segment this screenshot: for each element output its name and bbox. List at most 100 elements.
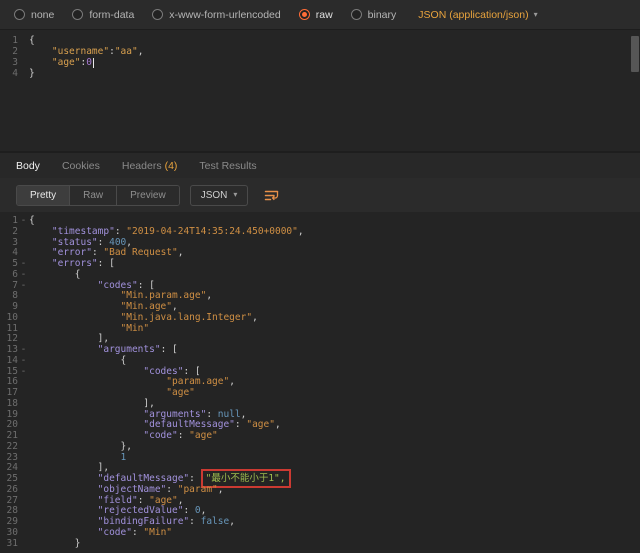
line-number: 4 bbox=[0, 68, 18, 79]
code-token: , bbox=[172, 301, 178, 312]
code-text: } bbox=[29, 68, 640, 79]
code-token: : [ bbox=[161, 344, 178, 355]
line-number: 22 bbox=[0, 442, 18, 453]
code-token: "status" bbox=[52, 237, 98, 248]
line-number: 18 bbox=[0, 399, 18, 410]
postman-window: none form-data x-www-form-urlencoded raw… bbox=[0, 0, 640, 553]
code-token: ], bbox=[98, 333, 109, 344]
code-token bbox=[29, 452, 121, 463]
body-type-raw[interactable]: raw bbox=[299, 9, 333, 21]
code-token: "field" bbox=[98, 495, 138, 506]
code-token bbox=[29, 237, 52, 248]
body-type-label: none bbox=[31, 9, 54, 21]
code-text: "code": "Min" bbox=[29, 528, 640, 539]
fold-gutter bbox=[18, 431, 29, 442]
code-token: "codes" bbox=[98, 280, 138, 291]
code-text: 1 bbox=[29, 453, 640, 464]
body-type-form-data[interactable]: form-data bbox=[72, 9, 134, 21]
language-dropdown[interactable]: JSON ▾ bbox=[190, 185, 249, 206]
code-text: "error": "Bad Request", bbox=[29, 248, 640, 259]
code-token: "Min" bbox=[143, 527, 172, 538]
fold-gutter bbox=[18, 35, 29, 46]
code-token: "param" bbox=[178, 484, 218, 495]
line-number: 6 bbox=[0, 270, 18, 281]
code-token: : [ bbox=[138, 280, 155, 291]
fold-gutter bbox=[18, 68, 29, 79]
view-preview-button[interactable]: Preview bbox=[117, 186, 179, 205]
radio-dot bbox=[155, 12, 160, 17]
code-token bbox=[29, 312, 121, 323]
tab-body[interactable]: Body bbox=[16, 160, 40, 172]
code-token: 400 bbox=[109, 237, 126, 248]
code-token: 1 bbox=[121, 452, 127, 463]
code-line: 1{ bbox=[0, 35, 640, 46]
line-number: 31 bbox=[0, 539, 18, 550]
code-line: 3 "age":0 bbox=[0, 57, 640, 68]
code-token bbox=[29, 226, 52, 237]
code-token: "arguments" bbox=[143, 409, 206, 420]
tab-test-results[interactable]: Test Results bbox=[199, 160, 256, 172]
tab-headers[interactable]: Headers(4) bbox=[122, 160, 178, 172]
code-token: : bbox=[183, 505, 194, 516]
code-text: "errors": [ bbox=[29, 259, 640, 270]
fold-gutter bbox=[18, 517, 29, 528]
fold-gutter bbox=[18, 388, 29, 399]
fold-gutter bbox=[18, 539, 29, 550]
radio-icon bbox=[351, 9, 362, 20]
fold-gutter bbox=[18, 496, 29, 507]
wrap-lines-icon[interactable] bbox=[260, 187, 283, 204]
view-pretty-button[interactable]: Pretty bbox=[17, 186, 70, 205]
fold-toggle-icon[interactable]: - bbox=[18, 367, 29, 378]
language-label: JSON bbox=[201, 190, 228, 201]
fold-toggle-icon[interactable]: - bbox=[18, 270, 29, 281]
code-token: "bindingFailure" bbox=[98, 516, 190, 527]
view-raw-button[interactable]: Raw bbox=[70, 186, 117, 205]
request-editor-scrollbar[interactable] bbox=[631, 36, 639, 72]
code-line: 4} bbox=[0, 68, 640, 79]
code-text: "age":0 bbox=[29, 57, 640, 68]
fold-gutter bbox=[18, 399, 29, 410]
code-token: : bbox=[235, 419, 246, 430]
body-type-x-www-form-urlencoded[interactable]: x-www-form-urlencoded bbox=[152, 9, 280, 21]
code-token bbox=[29, 516, 98, 527]
code-token: } bbox=[75, 538, 81, 549]
body-type-binary[interactable]: binary bbox=[351, 9, 397, 21]
code-token: false bbox=[201, 516, 230, 527]
fold-toggle-icon[interactable]: - bbox=[18, 356, 29, 367]
code-token: { bbox=[75, 269, 81, 280]
fold-toggle-icon[interactable]: - bbox=[18, 281, 29, 292]
code-token: null bbox=[218, 409, 241, 420]
code-token bbox=[29, 57, 52, 68]
fold-toggle-icon[interactable]: - bbox=[18, 216, 29, 227]
fold-gutter bbox=[18, 485, 29, 496]
code-token: : bbox=[189, 473, 200, 484]
code-token: { bbox=[29, 35, 35, 46]
request-body-editor[interactable]: 1{2 "username":"aa",3 "age":04} bbox=[0, 30, 640, 151]
chevron-down-icon: ▾ bbox=[233, 191, 237, 199]
fold-gutter bbox=[18, 46, 29, 57]
response-toolbar: Pretty Raw Preview JSON ▾ bbox=[0, 178, 640, 212]
line-number: 26 bbox=[0, 485, 18, 496]
body-type-none[interactable]: none bbox=[14, 9, 54, 21]
code-line: 30 "code": "Min" bbox=[0, 528, 640, 539]
code-token: : bbox=[132, 527, 143, 538]
tab-cookies[interactable]: Cookies bbox=[62, 160, 100, 172]
content-type-selector[interactable]: JSON (application/json) ▾ bbox=[418, 9, 537, 21]
code-token: "timestamp" bbox=[52, 226, 115, 237]
code-token: ], bbox=[143, 398, 154, 409]
code-token: "Min.param.age" bbox=[121, 290, 207, 301]
text-cursor bbox=[93, 58, 94, 68]
code-token: : bbox=[115, 226, 126, 237]
response-body-viewer[interactable]: 1-{2 "timestamp": "2019-04-24T14:35:24.4… bbox=[0, 212, 640, 553]
code-token bbox=[29, 473, 98, 484]
code-token: "Min.age" bbox=[121, 301, 172, 312]
code-token: { bbox=[121, 355, 127, 366]
code-text: "Min" bbox=[29, 324, 640, 335]
code-token bbox=[29, 538, 75, 549]
code-token: "objectName" bbox=[98, 484, 167, 495]
code-token bbox=[29, 441, 121, 452]
code-token: , bbox=[241, 409, 247, 420]
code-token bbox=[29, 247, 52, 258]
body-type-label: raw bbox=[316, 9, 333, 21]
code-token: "code" bbox=[143, 430, 177, 441]
